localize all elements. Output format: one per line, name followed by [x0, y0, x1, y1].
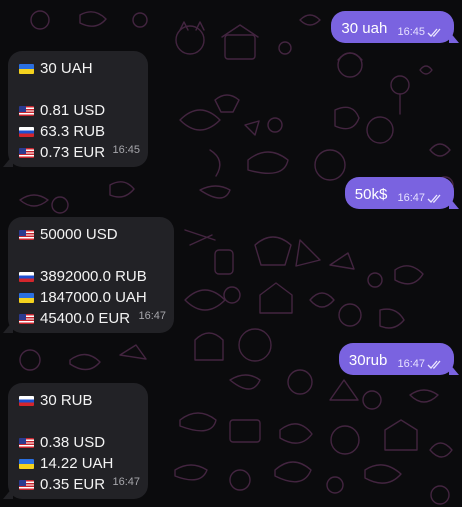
- incoming-message[interactable]: 30 UAH 0.81 USD 63.3 RUB 0.73 EUR 16:45: [3, 51, 148, 167]
- message-time: 16:47: [138, 310, 166, 322]
- message-meta: 16:45: [112, 140, 140, 161]
- message-time: 16:45: [112, 144, 140, 156]
- conversion-line: 3892000.0 RUB: [19, 266, 162, 287]
- message-header-line: 50000 USD: [19, 224, 162, 245]
- message-header-line: 30 UAH: [19, 58, 136, 79]
- conversion-value: 63.3 RUB: [40, 123, 106, 140]
- bubble-tail: [3, 487, 13, 499]
- message-time: 16:45: [397, 26, 425, 38]
- message-time: 16:47: [397, 192, 425, 204]
- conversion-line: 14.22 UAH: [19, 453, 136, 474]
- message-header: 30 RUB: [40, 392, 93, 409]
- flag-us-icon: [19, 437, 34, 448]
- flag-us-icon: [19, 229, 34, 240]
- message-meta: 16:47: [112, 472, 140, 493]
- flag-ru-icon: [19, 126, 34, 137]
- message-time: 16:47: [397, 358, 425, 370]
- message-meta: 16:47: [397, 188, 442, 209]
- outgoing-message[interactable]: 30rub 16:47: [338, 343, 459, 375]
- conversion-line: 0.38 USD: [19, 432, 136, 453]
- message-header: 50000 USD: [40, 226, 118, 243]
- message-text: 30rub: [348, 352, 388, 369]
- conversion-value: 0.73 EUR: [40, 144, 106, 161]
- message-text: 30 uah: [341, 20, 388, 37]
- flag-ua-icon: [19, 458, 34, 469]
- flag-ru-icon: [19, 271, 34, 282]
- incoming-message[interactable]: 50000 USD 3892000.0 RUB 1847000.0 UAH 45…: [3, 217, 174, 333]
- conversion-value: 0.38 USD: [40, 434, 106, 451]
- message-text: 50k$: [354, 186, 388, 203]
- bubble-tail: [3, 321, 13, 333]
- message-meta: 16:47: [397, 354, 442, 375]
- conversion-value: 45400.0 EUR: [40, 310, 131, 327]
- conversion-line: 1847000.0 UAH: [19, 287, 162, 308]
- double-check-icon: [427, 194, 441, 203]
- incoming-message[interactable]: 30 RUB 0.38 USD 14.22 UAH 0.35 EUR 16:47: [3, 383, 148, 499]
- conversion-value: 0.35 EUR: [40, 476, 106, 493]
- message-header-line: 30 RUB: [19, 390, 136, 411]
- message-meta: 16:47: [138, 306, 166, 327]
- conversion-value: 14.22 UAH: [40, 455, 114, 472]
- flag-us-icon: [19, 147, 34, 158]
- double-check-icon: [427, 28, 441, 37]
- flag-us-icon: [19, 105, 34, 116]
- flag-ua-icon: [19, 292, 34, 303]
- double-check-icon: [427, 360, 441, 369]
- bubble-tail: [449, 31, 459, 43]
- message-meta: 16:45: [397, 22, 442, 43]
- bubble-tail: [3, 155, 13, 167]
- chat-messages: 30 uah 16:45 30 UAH 0.81 USD 63.3 RUB 0.…: [0, 0, 462, 507]
- flag-us-icon: [19, 479, 34, 490]
- bubble-tail: [449, 363, 459, 375]
- conversion-value: 3892000.0 RUB: [40, 268, 147, 285]
- message-time: 16:47: [112, 476, 140, 488]
- flag-ua-icon: [19, 63, 34, 74]
- outgoing-message[interactable]: 30 uah 16:45: [331, 11, 459, 43]
- outgoing-message[interactable]: 50k$ 16:47: [344, 177, 459, 209]
- conversion-line: 63.3 RUB: [19, 121, 136, 142]
- message-header: 30 UAH: [40, 60, 93, 77]
- flag-us-icon: [19, 313, 34, 324]
- bubble-tail: [449, 197, 459, 209]
- conversion-value: 1847000.0 UAH: [40, 289, 147, 306]
- flag-ru-icon: [19, 395, 34, 406]
- conversion-value: 0.81 USD: [40, 102, 106, 119]
- conversion-line: 0.81 USD: [19, 100, 136, 121]
